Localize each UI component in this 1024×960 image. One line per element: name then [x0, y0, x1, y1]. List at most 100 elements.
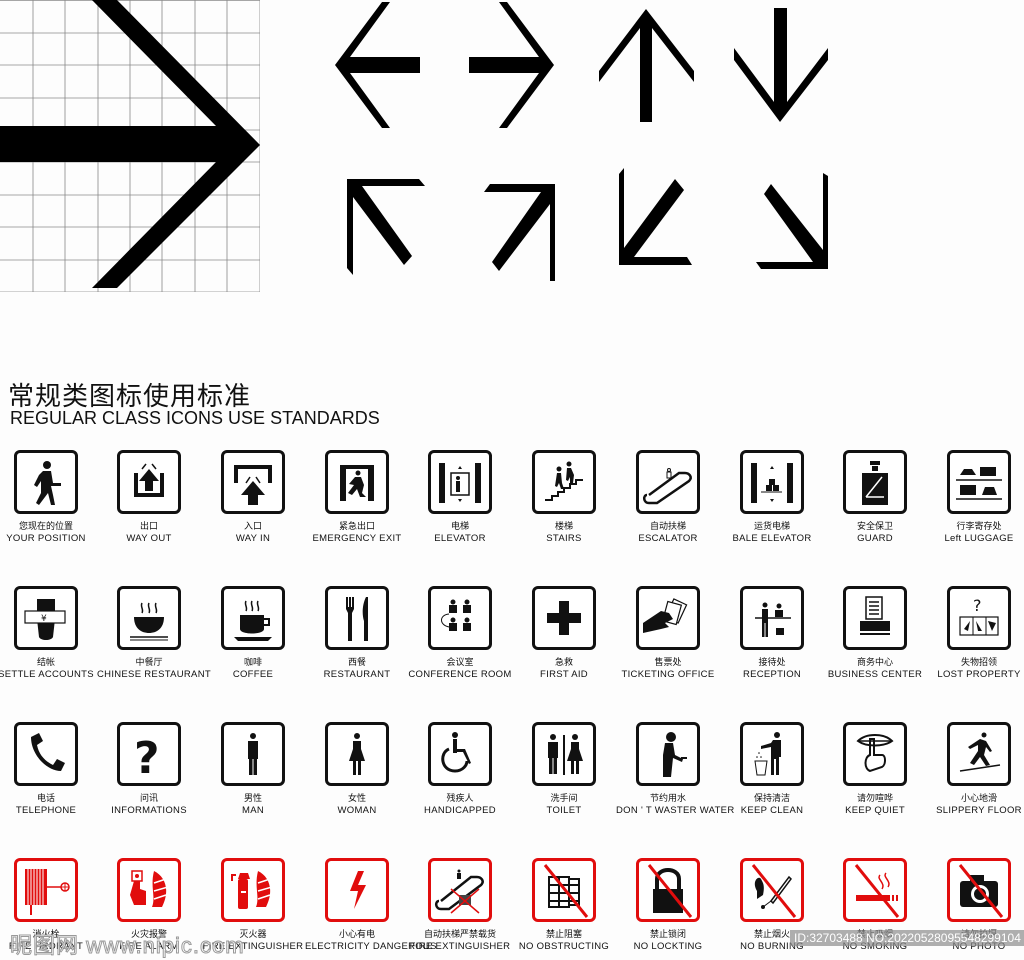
- no-obstructing-icon-glyph: [543, 864, 589, 918]
- icon-label-en: MAN: [241, 805, 264, 816]
- icon-tile: 您现在的位置 YOUR POSITION: [0, 450, 98, 544]
- question-mark-icon-glyph: ?: [134, 733, 160, 783]
- icon-tile: 紧急出口 EMERGENCY EXIT: [305, 450, 409, 544]
- icon-label-cn: 咖啡: [243, 658, 262, 668]
- icon-label-en: COFFEE: [232, 669, 274, 680]
- icon-label-en: ESCALATOR: [638, 533, 698, 544]
- icon-label-cn: 男性: [243, 794, 262, 804]
- arrow-up-icon: [599, 9, 694, 122]
- woman-icon-glyph: [349, 733, 365, 775]
- icon-label-cn: 小心地滑: [960, 794, 997, 804]
- keep-quiet-icon: [843, 722, 907, 786]
- arrow-down-left-icon: [619, 168, 692, 265]
- business-center-icon-glyph: [860, 596, 890, 635]
- icon-tile: 出口 WAY OUT: [97, 450, 201, 544]
- wheelchair-icon-glyph: [441, 732, 471, 773]
- icon-tile: 中餐厅 CHINESE RESTAURANT: [97, 586, 211, 680]
- icon-label-cn: 中餐厅: [135, 658, 163, 668]
- arrow-right-icon: [469, 2, 554, 128]
- arrow-up-left-icon: [347, 179, 425, 275]
- guard-icon-glyph: [862, 461, 888, 505]
- icon-label-cn: 行李寄存处: [956, 522, 1002, 532]
- conference-room-icon: [428, 586, 492, 650]
- icon-tile: 运货电梯 BALE ELEvATOR: [720, 450, 824, 544]
- icon-tile: 自动扶梯严禁载货 FIRE EXTINGUISHER: [408, 858, 512, 952]
- no-burning-icon-glyph: [751, 864, 797, 918]
- icon-label-en: TOILET: [546, 805, 582, 816]
- icon-label-cn: 自动扶梯: [649, 522, 686, 532]
- reception-icon-glyph: [755, 602, 791, 637]
- way-in-icon: [221, 450, 285, 514]
- escalator-no-cargo-icon-glyph: [435, 869, 484, 914]
- icon-tile: 楼梯 STAIRS: [512, 450, 616, 544]
- conference-room-icon-glyph: [441, 599, 471, 631]
- icon-label-en: SLIPPERY FLOOR: [936, 805, 1022, 816]
- save-water-icon-glyph: [663, 732, 687, 777]
- page-title-en: REGULAR CLASS ICONS USE STANDARDS: [10, 408, 380, 428]
- icon-label-en: BUSINESS CENTER: [827, 669, 923, 680]
- icon-label-cn: 电梯: [450, 522, 469, 532]
- fire-extinguisher-icon-glyph: [231, 871, 273, 909]
- icon-label-cn: 会议室: [446, 658, 474, 668]
- icon-label-en: Left LUGGAGE: [944, 533, 1014, 544]
- icon-tile: 急救 FIRST AID: [512, 586, 616, 680]
- icon-label-en: TELEPHONE: [15, 805, 77, 816]
- telephone-icon-glyph: [31, 733, 65, 771]
- icon-label-cn: 禁止锁闭: [649, 930, 686, 940]
- icon-label-en: STAIRS: [546, 533, 582, 544]
- freight-elevator-icon: [740, 450, 804, 514]
- stairs-icon: [532, 450, 596, 514]
- icon-label-en: LOST PROPERTY: [937, 669, 1021, 680]
- icon-tile: 残疾人 HANDICAPPED: [408, 722, 512, 816]
- icon-label-cn: 洗手间: [550, 794, 578, 804]
- icon-label-en: KEEP CLEAN: [740, 805, 804, 816]
- electricity-icon: [325, 858, 389, 922]
- ticket-hand-icon-glyph: [643, 598, 688, 633]
- elevator-icon: [428, 450, 492, 514]
- fire-extinguisher-icon: [221, 858, 285, 922]
- icon-label-en: ELECTRICITY DANGEROUS: [305, 941, 437, 952]
- way-in-icon-glyph: [234, 465, 272, 505]
- icon-label-en: NO OBSTRUCTING: [518, 941, 610, 952]
- icon-label-cn: 小心有电: [338, 930, 375, 940]
- icon-label-cn: 禁止阻塞: [545, 930, 582, 940]
- watermark-right: ID:32703488 NO:20220528095548299104: [790, 930, 1024, 946]
- wheelchair-icon: [428, 722, 492, 786]
- guard-icon: [843, 450, 907, 514]
- icon-tile: ? 失物招领 LOST PROPERTY: [927, 586, 1024, 680]
- emergency-exit-icon-glyph: [340, 465, 374, 501]
- way-out-icon: [117, 450, 181, 514]
- svg-text:?: ?: [973, 596, 982, 615]
- electricity-icon-glyph: [350, 871, 366, 909]
- fork-knife-icon-glyph: [346, 597, 368, 641]
- way-out-icon-glyph: [134, 463, 164, 497]
- arrow-down-right-icon: [756, 173, 828, 269]
- fire-alarm-icon-glyph: [130, 870, 169, 907]
- icon-label-en: ELEVATOR: [434, 533, 486, 544]
- direction-arrows: [335, 2, 828, 281]
- icon-tile: 女性 WOMAN: [305, 722, 409, 816]
- icon-tile: 洗手间 TOILET: [512, 722, 616, 816]
- icon-label-en: CONFERENCE ROOM: [408, 669, 512, 680]
- reception-icon: [740, 586, 804, 650]
- fire-alarm-icon: [117, 858, 181, 922]
- icon-label-en: SETTLE ACCOUNTS: [0, 669, 94, 680]
- no-photo-icon: [947, 858, 1011, 922]
- grid-arrow-diagram: [0, 0, 260, 292]
- lost-property-icon-glyph: ?: [959, 596, 999, 636]
- icon-label-en: RESTAURANT: [323, 669, 391, 680]
- bowl-icon-glyph: [130, 602, 168, 641]
- icon-label-en: FIRE EXTINGUISHER: [409, 941, 511, 952]
- lost-property-icon: ?: [947, 586, 1011, 650]
- icon-label-en: KEEP QUIET: [845, 805, 905, 816]
- emergency-exit-icon: [325, 450, 389, 514]
- woman-icon: [325, 722, 389, 786]
- watermark-left: 昵图网 www.nipic.com: [10, 933, 245, 959]
- coffee-cup-icon-glyph: [234, 600, 272, 641]
- icon-tile: 会议室 CONFERENCE ROOM: [408, 586, 512, 680]
- icon-tile: 西餐 RESTAURANT: [305, 586, 409, 680]
- fire-hydrant-hose-icon-glyph: [25, 869, 70, 915]
- luggage-icon: [947, 450, 1011, 514]
- walking-person-icon-glyph: [34, 461, 61, 505]
- escalator-no-cargo-icon: [428, 858, 492, 922]
